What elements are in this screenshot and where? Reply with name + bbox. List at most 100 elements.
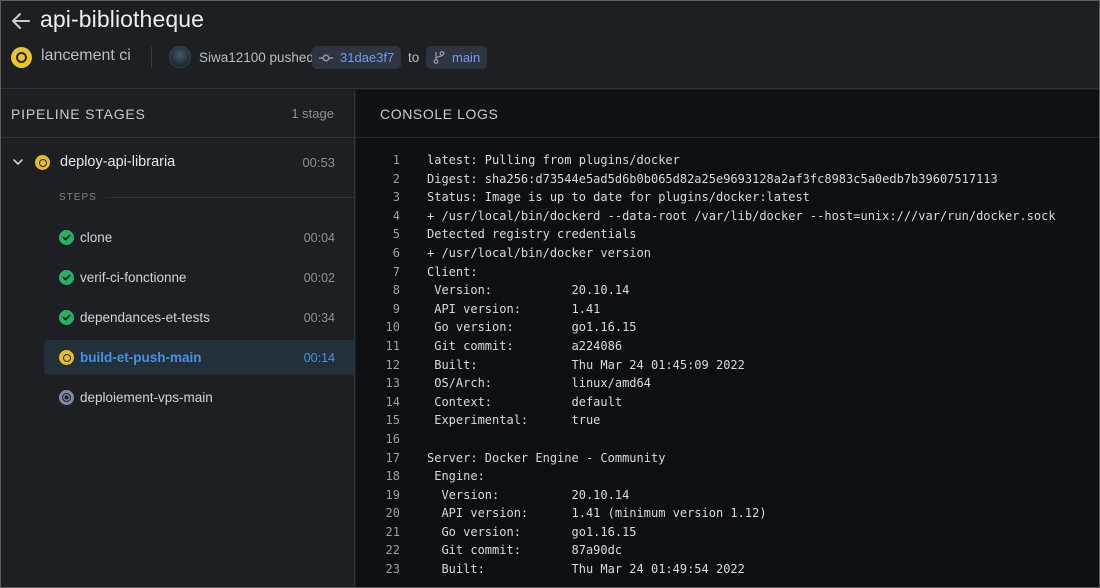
check-circle-icon xyxy=(59,230,74,245)
log-line: 18 Engine: xyxy=(356,469,1099,488)
stage-deploy-api-libraria[interactable]: deploy-api-libraria 00:53 xyxy=(1,150,355,176)
step-build-et-push-main[interactable]: build-et-push-main 00:14 xyxy=(44,340,355,375)
stage-duration: 00:53 xyxy=(302,155,335,170)
steps-label: STEPS xyxy=(59,192,97,203)
branch-link[interactable]: main xyxy=(426,46,488,69)
stage-name: deploy-api-libraria xyxy=(60,154,176,170)
step-label: build-et-push-main xyxy=(80,350,202,365)
step-duration: 00:04 xyxy=(303,231,335,245)
check-circle-icon xyxy=(59,310,74,325)
log-output[interactable]: 1 latest: Pulling from plugins/docker 2 Dig… xyxy=(356,153,1099,581)
log-text: + /usr/local/bin/docker version xyxy=(427,245,651,260)
log-text: Status: Image is up to date for plugins/… xyxy=(427,190,810,205)
line-number: 3 xyxy=(392,190,400,205)
log-text: Version: 20.10.14 xyxy=(427,283,630,298)
log-text: Context: default xyxy=(427,394,623,409)
pipeline-status-pending-icon xyxy=(11,47,32,68)
log-line: 11 Git commit: a224086 xyxy=(356,339,1099,358)
step-clone[interactable]: clone 00:04 xyxy=(44,220,355,255)
pipeline-name: lancement ci xyxy=(41,47,131,64)
log-text: Detected registry credentials xyxy=(427,227,637,242)
log-line: 19 Version: 20.10.14 xyxy=(356,488,1099,507)
steps-divider xyxy=(105,197,355,198)
log-text: OS/Arch: linux/amd64 xyxy=(427,376,651,391)
commit-link[interactable]: 31dae3f7 xyxy=(312,46,402,69)
line-number: 7 xyxy=(392,264,400,279)
line-number: 23 xyxy=(385,562,400,577)
step-duration: 00:14 xyxy=(303,351,335,365)
stage-pending-icon xyxy=(35,155,50,170)
stage-count: 1 stage xyxy=(291,106,334,121)
branch-icon xyxy=(433,51,445,64)
line-number: 19 xyxy=(385,487,400,502)
line-number: 4 xyxy=(392,208,400,223)
log-line: 8 Version: 20.10.14 xyxy=(356,283,1099,302)
line-number: 1 xyxy=(392,153,400,167)
stages-header: PIPELINE STAGES 1 stage xyxy=(1,90,354,138)
step-duration: 00:34 xyxy=(303,311,335,325)
pipeline-stages-panel: PIPELINE STAGES 1 stage deploy-api-libra… xyxy=(1,90,355,587)
console-title: CONSOLE LOGS xyxy=(380,106,499,122)
branch-name: main xyxy=(452,50,481,65)
user-avatar xyxy=(169,46,191,68)
pipeline-header: api-bibliotheque lancement ci Siwa12100 … xyxy=(1,1,1099,89)
log-text: Built: Thu Mar 24 01:49:54 2022 xyxy=(427,562,745,577)
log-line: 21 Go version: go1.16.15 xyxy=(356,525,1099,544)
log-text: Engine: xyxy=(427,469,485,484)
step-duration: 00:02 xyxy=(303,271,335,285)
log-text: Server: Docker Engine - Community xyxy=(427,450,666,465)
log-line: 6 + /usr/local/bin/docker version xyxy=(356,246,1099,265)
line-number: 10 xyxy=(385,320,400,335)
app-window: api-bibliotheque lancement ci Siwa12100 … xyxy=(0,0,1100,588)
log-line: 5 Detected registry credentials xyxy=(356,227,1099,246)
log-text: Built: Thu Mar 24 01:45:09 2022 xyxy=(427,357,745,372)
step-label: deploiement-vps-main xyxy=(80,390,213,405)
line-number: 20 xyxy=(385,506,400,521)
line-number: 11 xyxy=(385,338,400,353)
step-dependances-et-tests[interactable]: dependances-et-tests 00:34 xyxy=(44,300,355,335)
log-line: 14 Context: default xyxy=(356,395,1099,414)
line-number: 12 xyxy=(385,357,400,372)
log-line: 15 Experimental: true xyxy=(356,413,1099,432)
chevron-down-icon[interactable] xyxy=(12,156,24,168)
log-line: 17 Server: Docker Engine - Community xyxy=(356,451,1099,470)
check-circle-icon xyxy=(59,270,74,285)
step-verif-ci-fonctionne[interactable]: verif-ci-fonctionne 00:02 xyxy=(44,260,355,295)
log-line: 1 latest: Pulling from plugins/docker xyxy=(356,153,1099,172)
log-line: 4 + /usr/local/bin/dockerd --data-root /v… xyxy=(356,209,1099,228)
log-text: API version: 1.41 (minimum version 1.12) xyxy=(427,506,767,521)
commit-icon xyxy=(319,54,333,61)
log-line: 9 API version: 1.41 xyxy=(356,302,1099,321)
log-text: Experimental: true xyxy=(427,413,601,428)
header-divider xyxy=(151,47,152,68)
log-text: + /usr/local/bin/dockerd --data-root /va… xyxy=(427,208,1056,223)
step-deploiement-vps-main[interactable]: deploiement-vps-main xyxy=(44,380,355,415)
pusher-text: Siwa12100 pushed xyxy=(199,50,314,65)
line-number: 18 xyxy=(385,469,400,484)
log-text: Go version: go1.16.15 xyxy=(427,524,637,539)
line-number: 17 xyxy=(385,450,400,465)
log-text: Version: 20.10.14 xyxy=(427,487,630,502)
log-line: 23 Built: Thu Mar 24 01:49:54 2022 xyxy=(356,562,1099,581)
stages-title: PIPELINE STAGES xyxy=(11,106,146,122)
repo-title: api-bibliotheque xyxy=(40,6,205,32)
log-line: 16 xyxy=(356,432,1099,451)
log-line: 7 Client: xyxy=(356,265,1099,284)
line-number: 16 xyxy=(385,431,400,446)
back-arrow-icon[interactable] xyxy=(10,10,32,32)
log-text: Git commit: a224086 xyxy=(427,338,623,353)
line-number: 13 xyxy=(385,376,400,391)
log-text: API version: 1.41 xyxy=(427,301,601,316)
to-text: to xyxy=(408,50,420,65)
log-line: 2 Digest: sha256:d73544e5ad5d6b0b065d82a2… xyxy=(356,172,1099,191)
log-text: latest: Pulling from plugins/docker xyxy=(427,153,680,167)
log-text: Client: xyxy=(427,264,478,279)
line-number: 5 xyxy=(392,227,400,242)
blocked-circle-icon xyxy=(59,390,74,405)
log-line: 22 Git commit: 87a90dc xyxy=(356,543,1099,562)
log-line: 3 Status: Image is up to date for plugins… xyxy=(356,190,1099,209)
line-number: 2 xyxy=(392,171,400,186)
step-label: dependances-et-tests xyxy=(80,310,210,325)
log-line: 12 Built: Thu Mar 24 01:45:09 2022 xyxy=(356,358,1099,377)
line-number: 8 xyxy=(392,283,400,298)
